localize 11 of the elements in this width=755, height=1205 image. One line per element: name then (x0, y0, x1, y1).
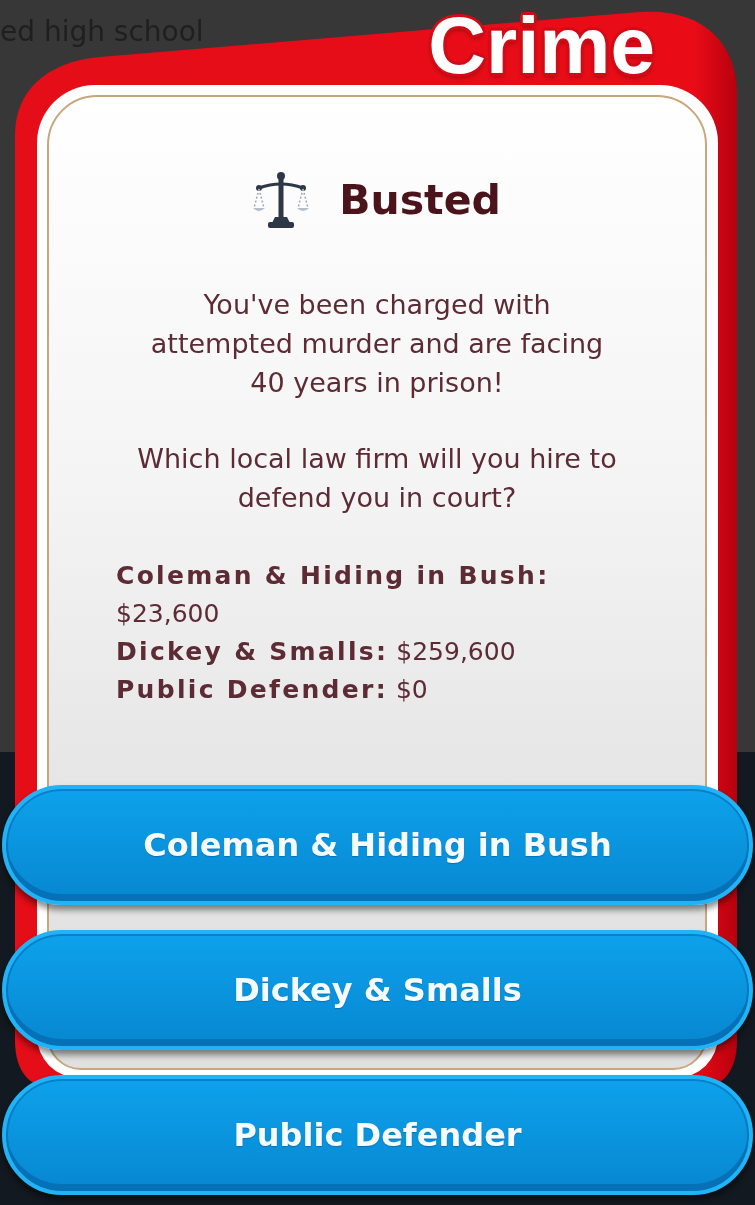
card-title: Busted (339, 175, 501, 226)
category-title: Crime (428, 6, 655, 86)
fee-line: Public Defender: $0 (116, 674, 429, 706)
option-button[interactable]: Public Defender (2, 1075, 753, 1195)
scales-icon (253, 171, 310, 229)
option-button[interactable]: Coleman & Hiding in Bush (2, 785, 753, 905)
option-button[interactable]: Dickey & Smalls (2, 930, 753, 1050)
fee-line: Dickey & Smalls: $259,600 (116, 636, 517, 668)
fee-line: Coleman & Hiding in Bush: $23,600 (116, 560, 551, 630)
message-text: You've been charged with attempted murder and are facing 40 years in prison! (149, 288, 605, 400)
message-text: Which local law firm will you hire to defend you in court? (136, 442, 618, 515)
